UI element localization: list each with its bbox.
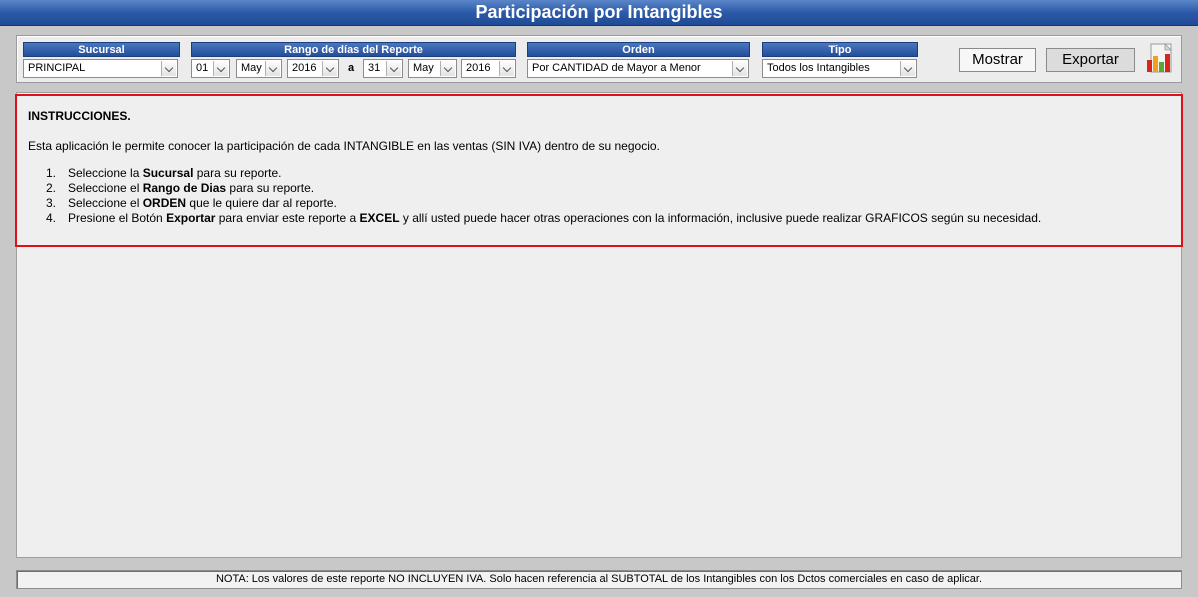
tipo-group: Tipo Todos los Intangibles xyxy=(762,42,918,78)
exportar-button[interactable]: Exportar xyxy=(1046,48,1135,72)
chevron-down-icon[interactable] xyxy=(900,61,915,76)
chevron-down-icon[interactable] xyxy=(213,61,228,76)
excel-chart-icon[interactable] xyxy=(1145,42,1175,76)
rango-label: Rango de días del Reporte xyxy=(191,42,516,57)
chevron-down-icon[interactable] xyxy=(386,61,401,76)
chevron-down-icon[interactable] xyxy=(732,61,747,76)
mostrar-button[interactable]: Mostrar xyxy=(959,48,1036,72)
from-day-value: 01 xyxy=(196,62,209,74)
sucursal-value: PRINCIPAL xyxy=(28,62,86,74)
tipo-value: Todos los Intangibles xyxy=(767,62,870,74)
range-separator: a xyxy=(347,62,355,74)
to-month-value: May xyxy=(413,62,434,74)
to-year-select[interactable]: 2016 xyxy=(461,59,516,78)
sucursal-group: Sucursal PRINCIPAL xyxy=(23,42,180,78)
list-item: 4. Presione el Botón Exportar para enviar… xyxy=(46,211,1042,225)
orden-select[interactable]: Por CANTIDAD de Mayor a Menor xyxy=(527,59,749,78)
orden-label: Orden xyxy=(527,42,750,57)
chevron-down-icon[interactable] xyxy=(440,61,455,76)
instructions-description: Esta aplicación le permite conocer la pa… xyxy=(28,139,660,153)
rango-group: Rango de días del Reporte 01 May 2016 a … xyxy=(191,42,516,78)
to-month-select[interactable]: May xyxy=(408,59,457,78)
list-item: 1. Seleccione la Sucursal para su reporte… xyxy=(46,166,282,180)
chevron-down-icon[interactable] xyxy=(499,61,514,76)
to-day-select[interactable]: 31 xyxy=(363,59,403,78)
sucursal-label: Sucursal xyxy=(23,42,180,57)
window-title: Participación por Intangibles xyxy=(0,0,1198,26)
filter-toolbar: Sucursal PRINCIPAL Rango de días del Rep… xyxy=(16,35,1182,83)
footer-note: NOTA: Los valores de este reporte NO INC… xyxy=(16,570,1182,589)
orden-group: Orden Por CANTIDAD de Mayor a Menor xyxy=(527,42,750,78)
chevron-down-icon[interactable] xyxy=(265,61,280,76)
tipo-label: Tipo xyxy=(762,42,918,57)
list-item: 3. Seleccione el ORDEN que le quiere dar … xyxy=(46,196,337,210)
tipo-select[interactable]: Todos los Intangibles xyxy=(762,59,917,78)
from-month-value: May xyxy=(241,62,262,74)
instructions-list: 1. Seleccione la Sucursal para su reporte… xyxy=(28,166,1181,226)
chevron-down-icon[interactable] xyxy=(322,61,337,76)
instructions-title: INSTRUCCIONES. xyxy=(28,109,131,123)
from-year-select[interactable]: 2016 xyxy=(287,59,339,78)
sucursal-select[interactable]: PRINCIPAL xyxy=(23,59,178,78)
chevron-down-icon[interactable] xyxy=(161,61,176,76)
instructions-panel: INSTRUCCIONES. Esta aplicación le permit… xyxy=(15,94,1183,247)
orden-value: Por CANTIDAD de Mayor a Menor xyxy=(532,62,701,74)
from-day-select[interactable]: 01 xyxy=(191,59,230,78)
from-year-value: 2016 xyxy=(292,62,317,74)
to-day-value: 31 xyxy=(368,62,381,74)
list-item: 2. Seleccione el Rango de Dias para su re… xyxy=(46,181,315,195)
from-month-select[interactable]: May xyxy=(236,59,282,78)
to-year-value: 2016 xyxy=(466,62,491,74)
